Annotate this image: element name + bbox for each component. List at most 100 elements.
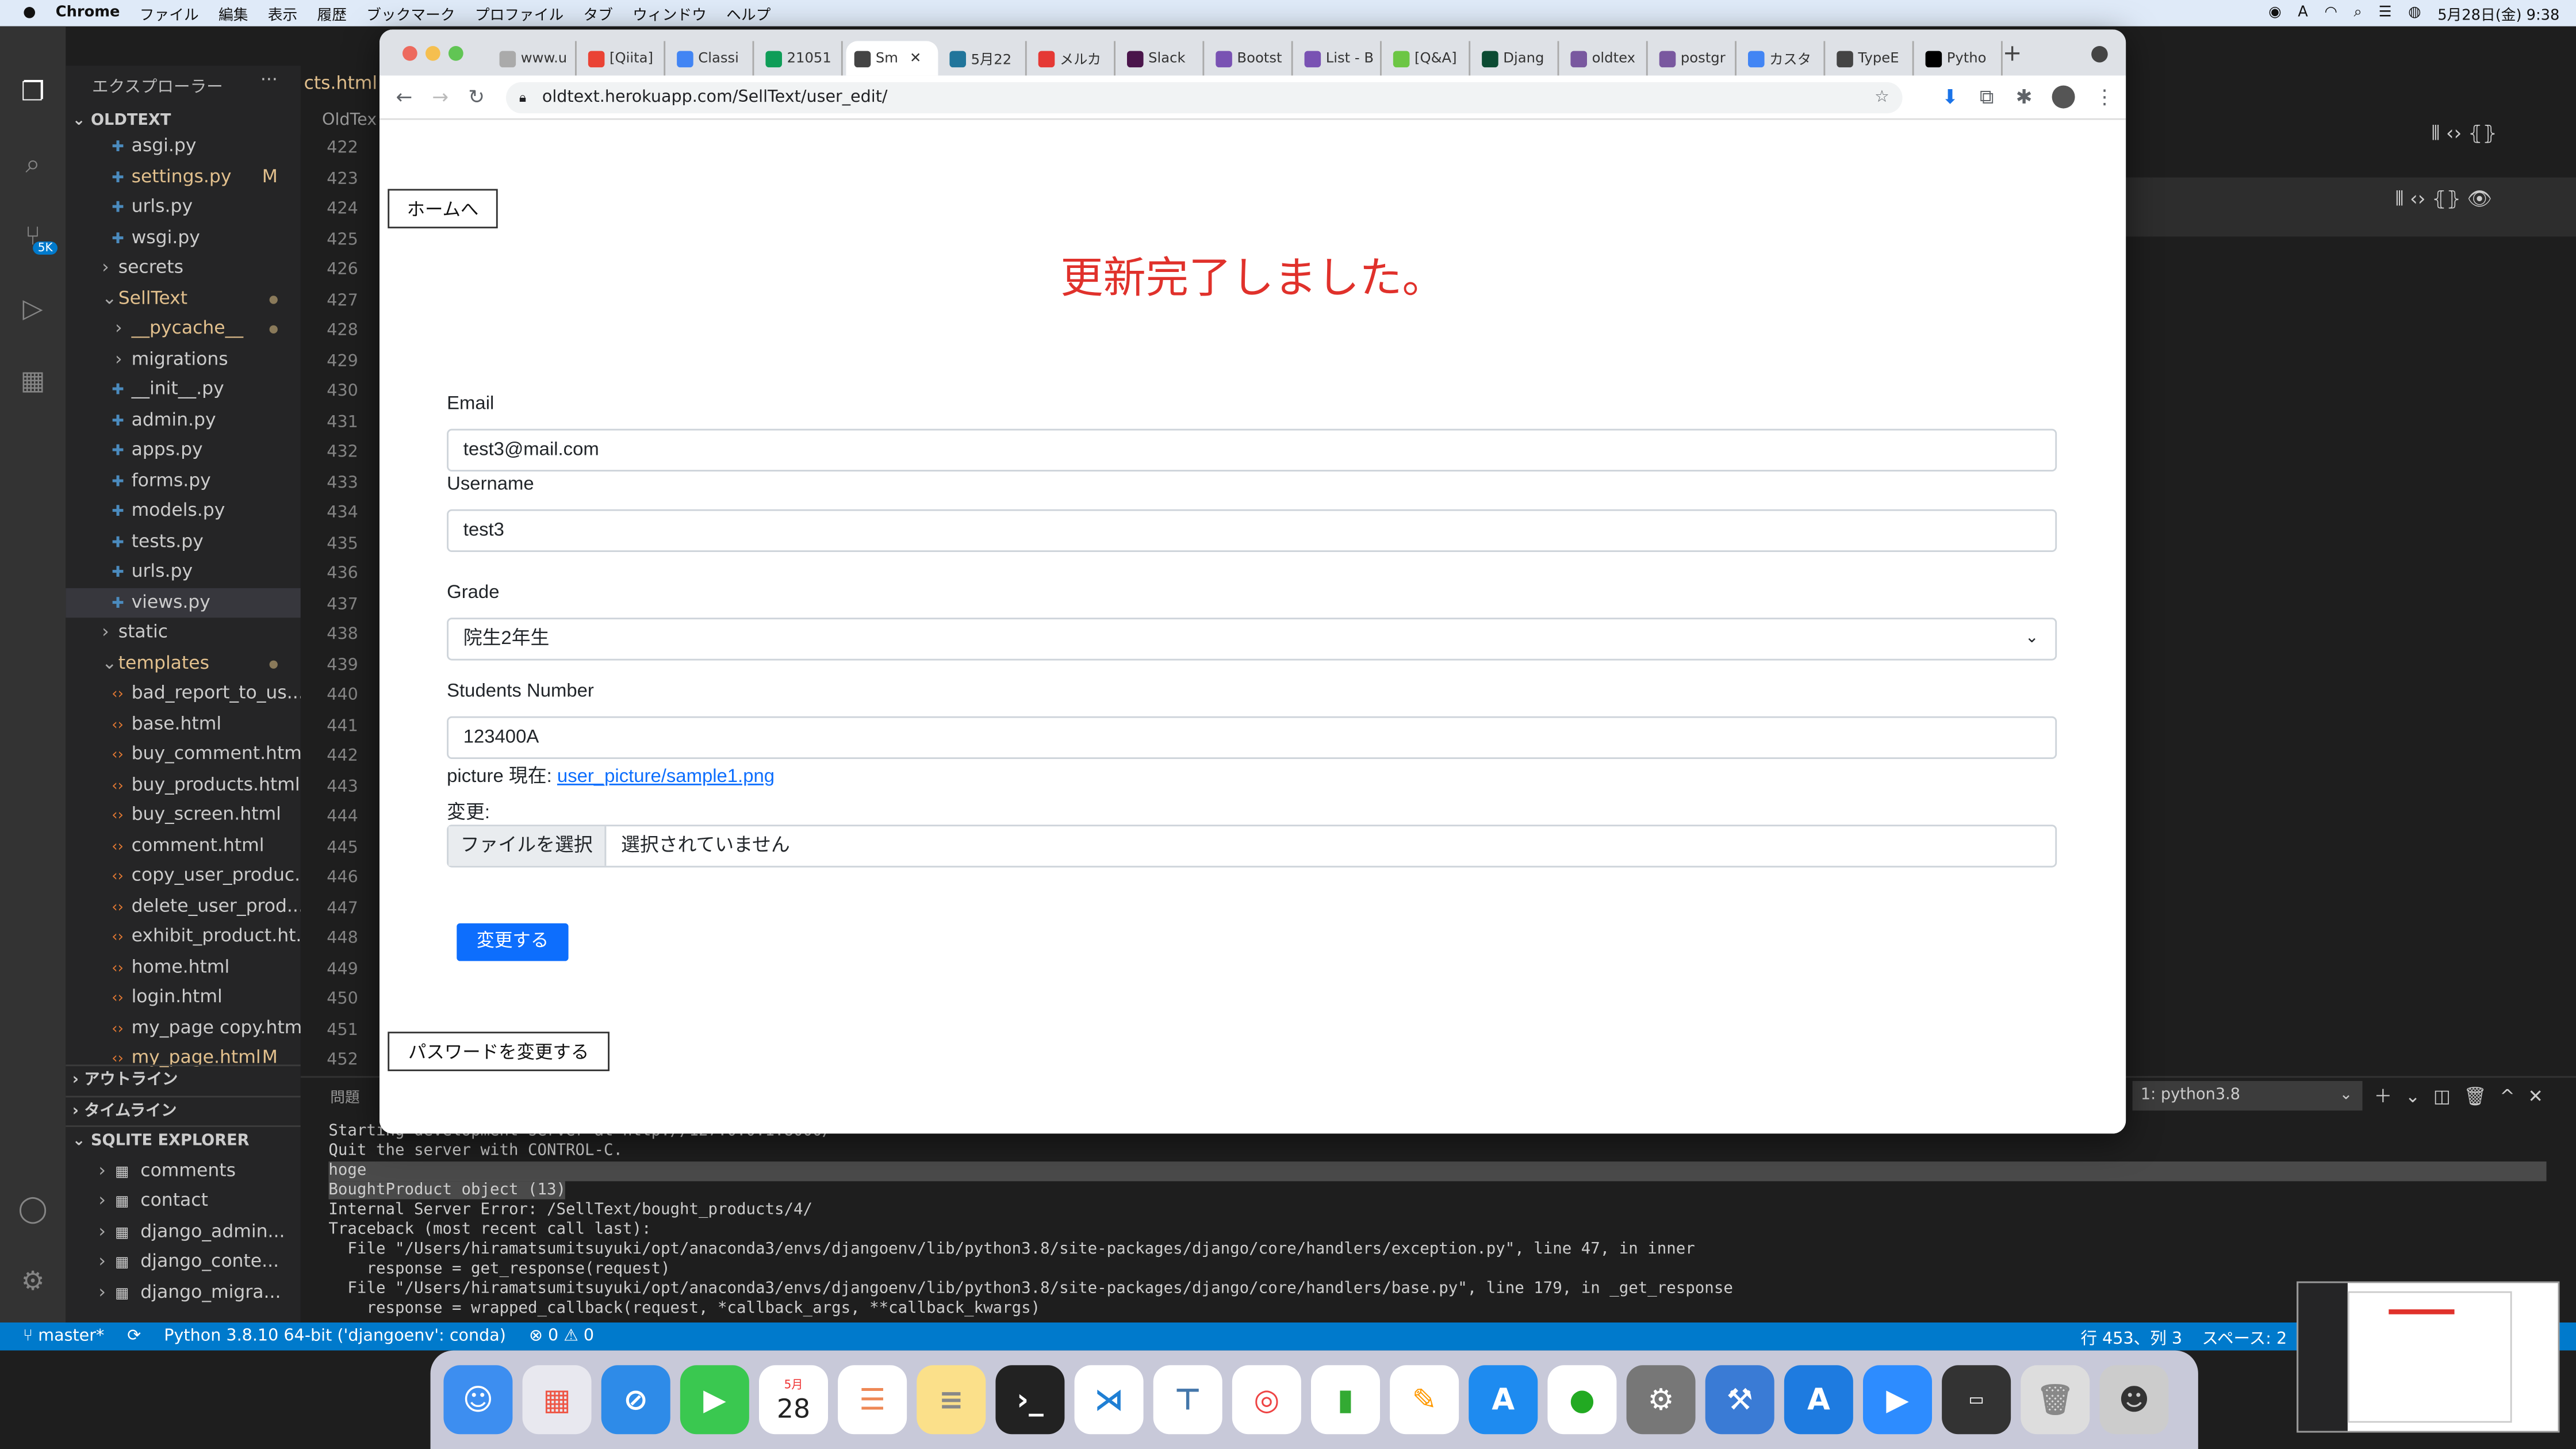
close-tab-icon[interactable]: ✕ [910, 50, 921, 67]
zoom-icon[interactable]: ▶ [1862, 1365, 1932, 1435]
sqlite-table-item[interactable]: › ▦ django_migra... [66, 1277, 301, 1308]
run-debug-icon[interactable]: ▷ [17, 293, 49, 325]
branch-status[interactable]: ⑂ master* [23, 1328, 104, 1346]
preview-actions-icons[interactable]: ⫴ ‹› ⦃⦄ 👁 [2395, 187, 2492, 212]
keynote-icon[interactable]: ⊤ [1153, 1365, 1222, 1435]
browser-tab[interactable]: 5月22 [941, 41, 1027, 76]
browser-tab[interactable]: oldtex [1562, 41, 1648, 76]
safari-icon[interactable]: ⊘ [601, 1365, 670, 1435]
siri-icon[interactable]: ◍ [2408, 5, 2421, 22]
menu-help[interactable]: ヘルプ [726, 2, 770, 24]
timeline-section[interactable]: › タイムライン [66, 1095, 301, 1125]
notes-icon[interactable]: ≡ [917, 1365, 986, 1435]
spotlight-icon[interactable]: ⌕ [2354, 5, 2362, 22]
file-tree-item[interactable]: ‹› delete_user_prod... [66, 891, 301, 922]
menu-tab[interactable]: タブ [584, 2, 613, 24]
browser-tab[interactable]: postgr [1651, 41, 1736, 76]
file-tree-item[interactable]: ‹› comment.html [66, 830, 301, 861]
file-tree-item[interactable]: › secrets [66, 253, 301, 283]
apple-icon[interactable]: ● [23, 5, 36, 22]
browser-tab[interactable]: カスタ [1740, 41, 1826, 76]
browser-tab[interactable]: メルカ [1030, 41, 1116, 76]
file-tree-item[interactable]: ‹› home.html [66, 952, 301, 983]
email-field[interactable]: test3@mail.com [447, 428, 2057, 471]
minimize-window-button[interactable] [425, 45, 440, 61]
clock[interactable]: 5月28日(金) 9:38 [2437, 2, 2559, 24]
file-tree-item[interactable]: › __pycache__ [66, 314, 301, 344]
sqlite-explorer-section[interactable]: ⌄ SQLITE EXPLORER [66, 1125, 301, 1156]
file-tree-item[interactable]: ✚ __init__.py [66, 374, 301, 405]
file-tree-item[interactable]: › migrations [66, 344, 301, 375]
xcode-icon[interactable]: ⚒ [1705, 1365, 1774, 1435]
facetime-icon[interactable]: ▶ [680, 1365, 749, 1435]
wifi-icon[interactable]: ◠ [2324, 5, 2337, 22]
choose-file-button[interactable]: ファイルを選択 [448, 826, 607, 866]
forward-icon[interactable]: → [432, 86, 448, 109]
browser-tab[interactable]: Bootst [1208, 41, 1293, 76]
sqlite-table-item[interactable]: › ▦ comments [66, 1156, 301, 1186]
menu-view[interactable]: 表示 [268, 2, 297, 24]
file-tree-item[interactable]: ‹› buy_comment.html [66, 739, 301, 770]
username-field[interactable]: test3 [447, 509, 2057, 552]
browser-tab[interactable]: 21051 [757, 41, 843, 76]
file-tree-item[interactable]: ✚ tests.py [66, 527, 301, 557]
browser-tab[interactable]: Djang [1474, 41, 1559, 76]
file-tree-item[interactable]: ✚ admin.py [66, 405, 301, 435]
chrome-icon[interactable]: ◎ [1232, 1365, 1301, 1435]
terminal-select[interactable]: 1: python3.8 ⌄ [2132, 1080, 2363, 1111]
simulator-icon[interactable]: A [1784, 1365, 1853, 1435]
file-tree-item[interactable]: ✚ views.py [66, 587, 301, 618]
home-button[interactable]: ホームへ [388, 189, 498, 229]
maximize-window-button[interactable] [448, 45, 463, 61]
trash-icon[interactable]: 🗑︎ [2021, 1365, 2090, 1435]
reload-icon[interactable]: ↻ [468, 86, 485, 109]
submit-button[interactable]: 変更する [457, 923, 569, 961]
terminal-icon[interactable]: ›_ [995, 1365, 1065, 1435]
browser-tab[interactable]: Slack [1119, 41, 1205, 76]
grade-select[interactable]: 院生2年生 ⌄ [447, 618, 2057, 661]
file-tree-item[interactable]: ✚ settings.py M [66, 162, 301, 192]
menu-bookmarks[interactable]: ブックマーク [366, 2, 455, 24]
outline-section[interactable]: › アウトライン [66, 1064, 301, 1095]
file-tree-item[interactable]: ‹› my_page copy.html [66, 1013, 301, 1043]
sqlite-table-item[interactable]: › ▦ contact [66, 1186, 301, 1217]
browser-tab[interactable]: List - B [1296, 41, 1382, 76]
recent-avatar-icon[interactable]: ☻ [2099, 1365, 2169, 1435]
screenshot-thumbnail[interactable] [2297, 1281, 2560, 1433]
file-tree-item[interactable]: ‹› buy_screen.html [66, 800, 301, 830]
browser-tab[interactable]: Sm ✕ [846, 41, 938, 76]
browser-tab[interactable]: [Qiita] [580, 41, 666, 76]
sync-icon[interactable]: ⟳ [127, 1328, 141, 1346]
browser-tab[interactable]: Classi [669, 41, 754, 76]
file-tree-item[interactable]: ✚ urls.py [66, 557, 301, 588]
browser-tab[interactable]: TypeE [1828, 41, 1914, 76]
file-tree-item[interactable]: › static [66, 618, 301, 648]
students-number-field[interactable]: 123400A [447, 716, 2057, 759]
menu-app[interactable]: Chrome [56, 5, 120, 22]
menu-profile[interactable]: プロファイル [475, 2, 564, 24]
address-bar[interactable]: 🔒︎ oldtext.herokuapp.com/SellText/user_e… [505, 82, 1903, 114]
control-center-icon[interactable]: ☰ [2379, 5, 2392, 22]
editor-tab[interactable]: cts.html [301, 66, 381, 100]
files-icon[interactable]: ❐ [17, 75, 49, 108]
terminal-output[interactable]: Starting development server at http://12… [328, 1122, 2547, 1319]
sqlite-table-item[interactable]: › ▦ django_admin... [66, 1217, 301, 1247]
app-store-icon[interactable]: A [1469, 1365, 1538, 1435]
input-method-icon[interactable]: A [2298, 5, 2308, 22]
system-preferences-icon[interactable]: ⚙ [1626, 1365, 1696, 1435]
browser-tab[interactable]: Pytho [1917, 41, 2003, 76]
file-tree-item[interactable]: ✚ models.py [66, 496, 301, 527]
menu-kebab-icon[interactable]: ⋮ [2095, 86, 2114, 109]
explorer-root[interactable]: ⌄ OLDTEXT [72, 112, 171, 129]
editor-actions-icons[interactable]: ⫴ ‹› ⦃⦄ [2432, 121, 2497, 146]
file-tree-item[interactable]: ‹› copy_user_produc... [66, 861, 301, 891]
reminders-icon[interactable]: ☰ [838, 1365, 907, 1435]
profile-avatar[interactable] [2052, 85, 2075, 109]
launchpad-icon[interactable]: ▦ [522, 1365, 592, 1435]
menu-edit[interactable]: 編集 [218, 2, 248, 24]
numbers-icon[interactable]: ▮ [1310, 1365, 1380, 1435]
file-tree-item[interactable]: ✚ asgi.py [66, 132, 301, 162]
cursor-position[interactable]: 行 453、列 3 [2080, 1324, 2182, 1348]
back-icon[interactable]: ← [396, 86, 413, 109]
file-input[interactable]: ファイルを選択 選択されていません [447, 825, 2057, 868]
